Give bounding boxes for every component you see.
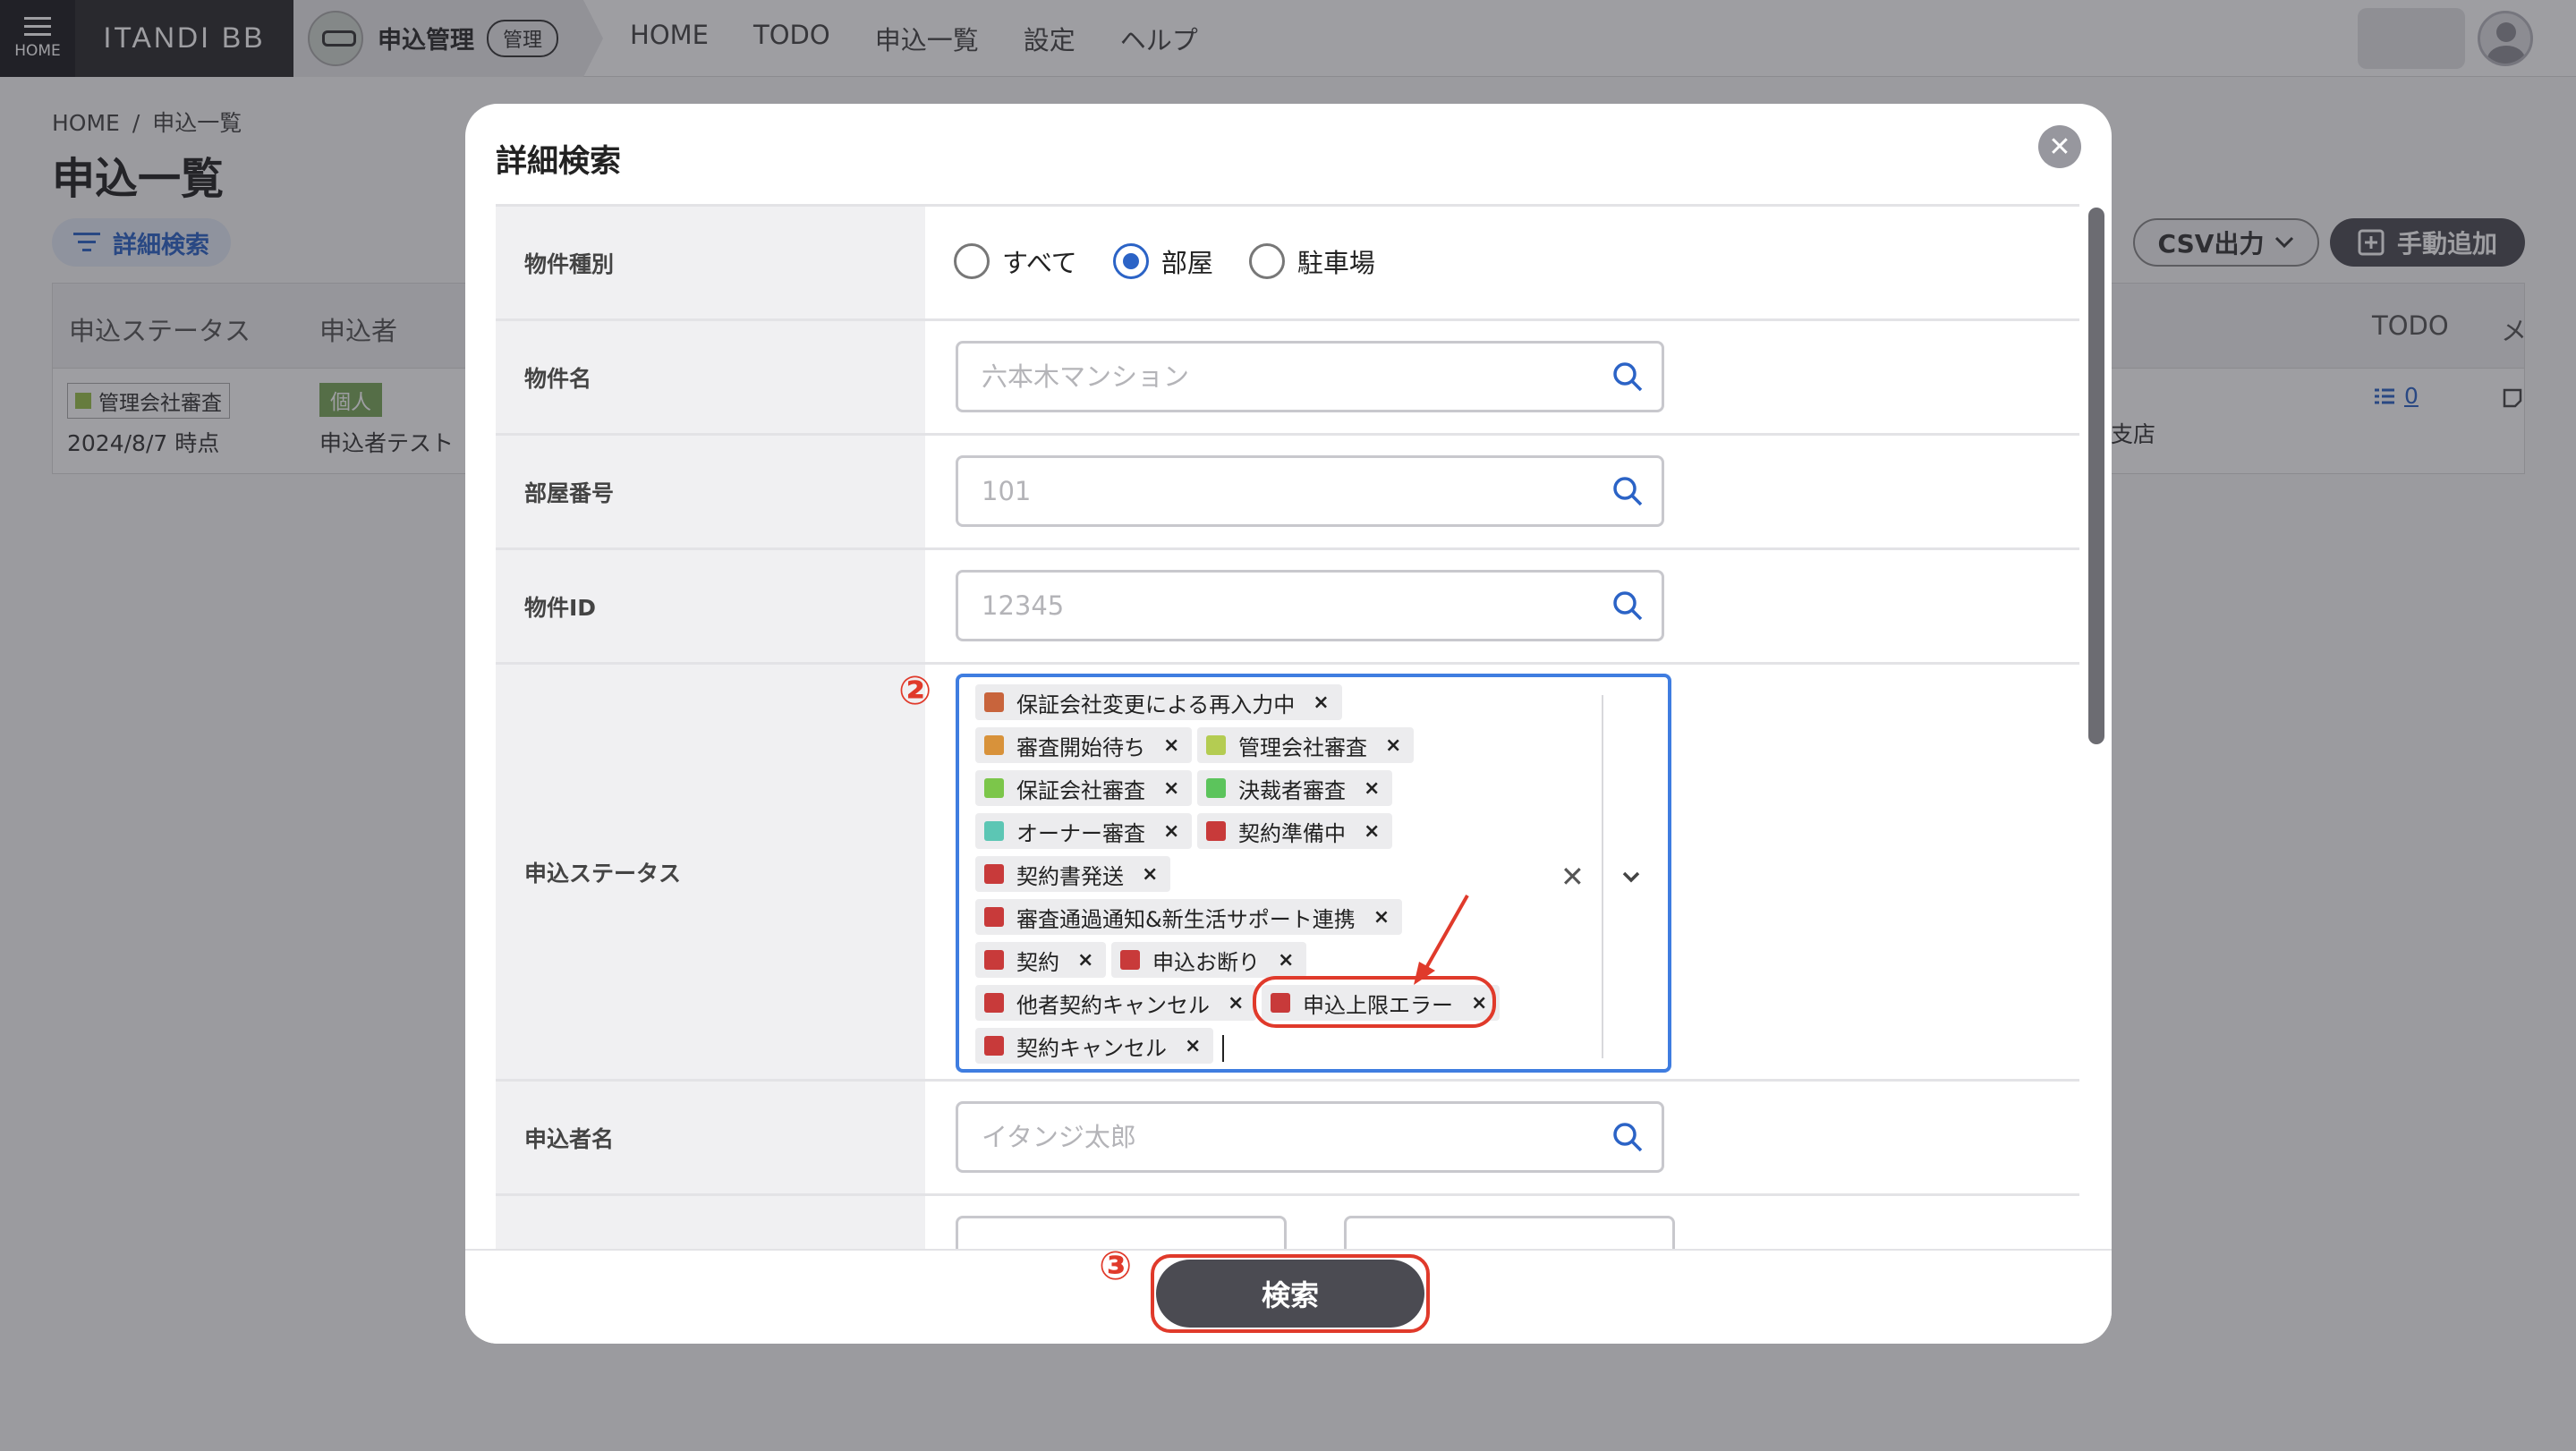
- tag-color-swatch: [984, 692, 1004, 712]
- search-icon[interactable]: [1612, 361, 1643, 392]
- tag-color-swatch: [984, 993, 1004, 1013]
- tag-remove-icon[interactable]: ×: [1373, 906, 1390, 929]
- tag-label: 保証会社審査: [1016, 777, 1145, 803]
- tag-label: 申込お断り: [1152, 949, 1260, 975]
- tag-label: 保証会社変更による再入力中: [1016, 692, 1296, 717]
- status-tag: オーナー審査 ×: [975, 813, 1193, 849]
- room-number-row: 部屋番号: [496, 433, 2079, 547]
- tag-label: 他者契約キャンセル: [1016, 992, 1210, 1018]
- clear-all-icon[interactable]: ✕: [1560, 860, 1585, 894]
- status-tag: 決裁者審査 ×: [1197, 770, 1393, 806]
- applicant-name-label: 申込者名: [496, 1082, 925, 1193]
- radio-room[interactable]: 部屋: [1112, 242, 1213, 280]
- room-number-label: 部屋番号: [496, 436, 925, 547]
- tag-label: 契約書発送: [1016, 863, 1124, 889]
- tag-color-swatch: [984, 821, 1004, 841]
- search-icon[interactable]: [1612, 590, 1643, 621]
- radio-parking[interactable]: 駐車場: [1248, 242, 1375, 280]
- tag-remove-icon[interactable]: ×: [1364, 777, 1380, 800]
- property-name-row: 物件名: [496, 318, 2079, 433]
- tag-color-swatch: [1120, 950, 1140, 970]
- status-tag: 管理会社審査 ×: [1197, 727, 1415, 763]
- applicant-name-row: 申込者名: [496, 1079, 2079, 1193]
- status-label: 申込ステータス: [496, 665, 925, 1079]
- text-cursor: [1222, 1035, 1224, 1062]
- tag-color-swatch: [984, 864, 1004, 884]
- tag-remove-icon[interactable]: ×: [1077, 949, 1093, 972]
- status-tag: 申込お断り ×: [1111, 942, 1307, 978]
- radio-room-circle[interactable]: [1112, 243, 1149, 279]
- status-tag: 契約書発送 ×: [975, 856, 1171, 892]
- tag-color-swatch: [984, 907, 1004, 927]
- multiselect-divider: [1602, 695, 1603, 1058]
- tag-remove-icon[interactable]: ×: [1163, 734, 1179, 757]
- search-button-highlight: [1151, 1254, 1430, 1333]
- status-tag: 他者契約キャンセル ×: [975, 985, 1257, 1021]
- property-id-label: 物件ID: [496, 550, 925, 662]
- tag-color-swatch: [984, 950, 1004, 970]
- tag-color-swatch: [1206, 778, 1226, 798]
- tag-label: 管理会社審査: [1238, 734, 1367, 760]
- advanced-search-modal: 詳細検索 ✕ 物件種別 すべて 部屋 駐車場 物件名 部屋番号 物件ID: [465, 104, 2112, 1344]
- radio-parking-label: 駐車場: [1297, 248, 1375, 278]
- step-2-marker: ②: [898, 668, 932, 714]
- property-type-radio-group: すべて 部屋 駐車場: [954, 242, 1375, 280]
- radio-all-circle[interactable]: [954, 243, 990, 279]
- tag-label: 契約キャンセル: [1016, 1035, 1167, 1061]
- search-icon[interactable]: [1612, 1122, 1643, 1152]
- search-form: 物件種別 すべて 部屋 駐車場 物件名 部屋番号 物件ID 申込: [496, 204, 2079, 1324]
- radio-all-label: すべて: [1002, 248, 1077, 278]
- tag-remove-icon[interactable]: ×: [1163, 777, 1179, 800]
- tag-remove-icon[interactable]: ×: [1185, 1035, 1201, 1057]
- tag-label: 審査開始待ち: [1016, 734, 1145, 760]
- status-tag: 審査開始待ち ×: [975, 727, 1193, 763]
- tag-color-swatch: [984, 735, 1004, 755]
- radio-all[interactable]: すべて: [954, 242, 1077, 280]
- property-name-input[interactable]: [956, 341, 1664, 412]
- tag-remove-icon[interactable]: ×: [1142, 863, 1158, 886]
- tag-remove-icon[interactable]: ×: [1364, 820, 1380, 843]
- tag-remove-icon[interactable]: ×: [1163, 820, 1179, 843]
- tag-label: 契約: [1016, 949, 1059, 975]
- tag-label: オーナー審査: [1016, 820, 1145, 846]
- modal-title: 詳細検索: [496, 144, 622, 180]
- status-tag: 審査通過通知&新生活サポート連携 ×: [975, 899, 1403, 935]
- status-tag: 契約キャンセル ×: [975, 1028, 1214, 1064]
- tag-color-swatch: [984, 778, 1004, 798]
- applicant-name-input[interactable]: [956, 1101, 1664, 1173]
- tag-label: 審査通過通知&新生活サポート連携: [1016, 906, 1356, 932]
- tag-remove-icon[interactable]: ×: [1228, 992, 1244, 1014]
- status-tag: 契約準備中 ×: [1197, 813, 1393, 849]
- room-number-input[interactable]: [956, 455, 1664, 527]
- status-tag: 保証会社審査 ×: [975, 770, 1193, 806]
- status-tag: 保証会社変更による再入力中 ×: [975, 684, 1342, 720]
- property-id-input[interactable]: [956, 570, 1664, 641]
- search-icon[interactable]: [1612, 476, 1643, 506]
- property-type-label: 物件種別: [496, 207, 925, 318]
- status-multiselect[interactable]: 保証会社変更による再入力中 × 審査開始待ち × 管理会社審査 × 保証会社審査 × 決…: [956, 674, 1671, 1073]
- status-row: 申込ステータス ② 保証会社変更による再入力中 × 審査開始待ち × 管理会社審査 ×…: [496, 662, 2079, 1079]
- tag-remove-icon[interactable]: ×: [1278, 949, 1294, 972]
- annotation-arrow-icon: [1414, 895, 1469, 985]
- modal-scrollbar[interactable]: [2087, 208, 2106, 1320]
- tag-color-swatch: [1206, 735, 1226, 755]
- property-name-label: 物件名: [496, 321, 925, 433]
- tag-label: 決裁者審査: [1238, 777, 1346, 803]
- radio-parking-circle[interactable]: [1248, 243, 1285, 279]
- property-id-row: 物件ID: [496, 547, 2079, 662]
- radio-room-label: 部屋: [1160, 248, 1213, 278]
- step-3-marker: ③: [1099, 1243, 1133, 1289]
- status-tag: 契約 ×: [975, 942, 1107, 978]
- scrollbar-thumb[interactable]: [2088, 208, 2104, 744]
- tag-remove-icon[interactable]: ×: [1313, 692, 1329, 714]
- property-type-row: 物件種別 すべて 部屋 駐車場: [496, 204, 2079, 318]
- tag-color-swatch: [1206, 821, 1226, 841]
- close-icon[interactable]: ✕: [2038, 125, 2081, 168]
- tag-label: 契約準備中: [1238, 820, 1346, 846]
- tag-remove-icon[interactable]: ×: [1385, 734, 1401, 757]
- modal-footer: ③ 検索: [465, 1243, 2112, 1344]
- tag-color-swatch: [984, 1036, 1004, 1056]
- chevron-down-icon[interactable]: [1621, 867, 1641, 887]
